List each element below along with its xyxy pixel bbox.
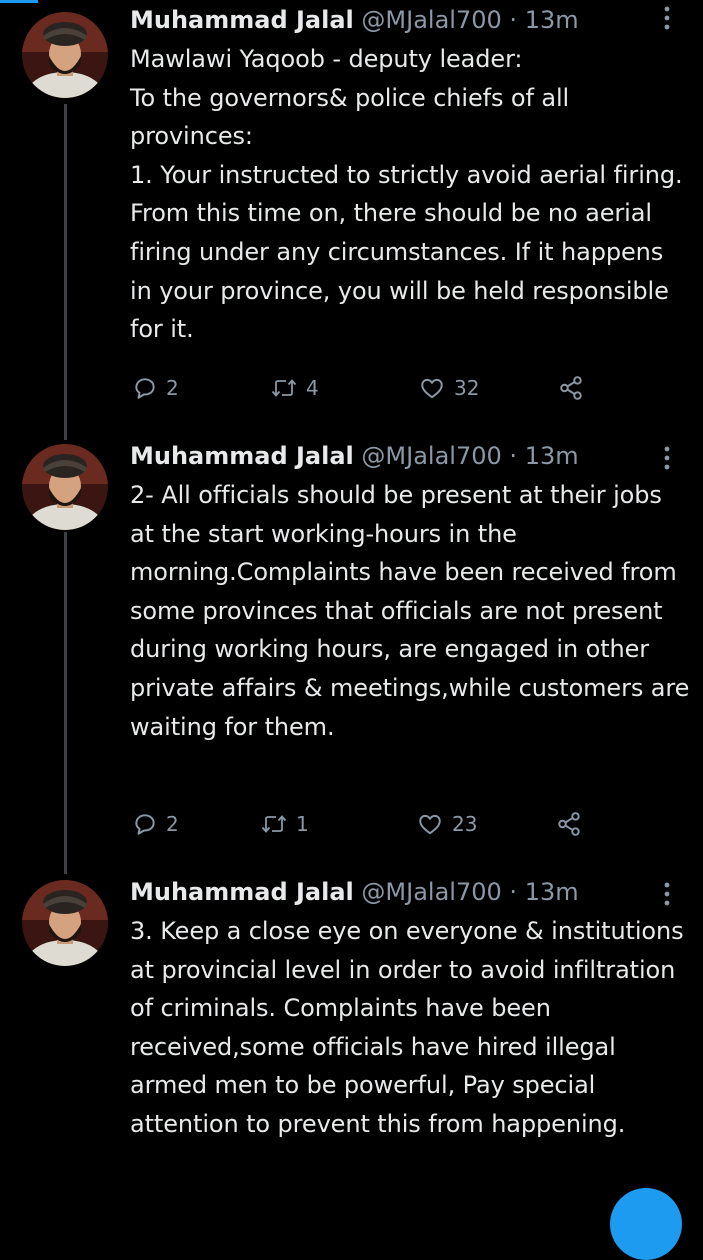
like-count: 23	[452, 812, 478, 836]
avatar[interactable]	[22, 12, 108, 98]
avatar[interactable]	[22, 444, 108, 530]
author-name[interactable]: Muhammad Jalal	[130, 442, 354, 470]
tweet-header: Muhammad Jalal @MJalal700 · 13m	[130, 2, 579, 38]
author-name[interactable]: Muhammad Jalal	[130, 878, 354, 906]
reply-count: 2	[166, 376, 179, 400]
like-icon	[419, 814, 441, 835]
timestamp[interactable]: 13m	[525, 6, 579, 34]
like-button[interactable]: 23	[416, 806, 477, 842]
retweet-count: 1	[296, 812, 309, 836]
avatar-image	[22, 444, 108, 530]
tweet[interactable]: Muhammad Jalal @MJalal700 · 13m 3. Keep …	[0, 874, 703, 1200]
author-name[interactable]: Muhammad Jalal	[130, 6, 354, 34]
retweet-count: 4	[306, 376, 319, 400]
avatar-image	[22, 880, 108, 966]
author-handle[interactable]: @MJalal700	[361, 878, 501, 906]
author-handle[interactable]: @MJalal700	[361, 6, 501, 34]
like-icon	[421, 378, 443, 399]
more-icon[interactable]	[657, 444, 677, 472]
avatar[interactable]	[22, 880, 108, 966]
tweet-text: 3. Keep a close eye on everyone & instit…	[130, 917, 684, 1138]
tweet-text: 2- All officials should be present at th…	[130, 481, 690, 741]
timestamp[interactable]: 13m	[525, 878, 579, 906]
reply-button[interactable]: 2	[132, 806, 179, 842]
share-button[interactable]	[556, 806, 582, 842]
separator-dot: ·	[509, 6, 518, 34]
retweet-icon	[271, 379, 297, 397]
more-icon[interactable]	[657, 880, 677, 908]
share-icon	[560, 376, 582, 400]
reply-count: 2	[166, 812, 179, 836]
tweet-text: Mawlawi Yaqoob - deputy leader: To the g…	[130, 45, 683, 344]
tweet-actions: 2 4 32	[130, 370, 610, 406]
like-button[interactable]: 32	[418, 370, 479, 406]
tweet-actions: 2 1 23	[130, 806, 610, 842]
tweet-header: Muhammad Jalal @MJalal700 · 13m	[130, 874, 579, 910]
tweet[interactable]: Muhammad Jalal @MJalal700 · 13m 2- All o…	[0, 438, 703, 858]
reply-icon	[135, 378, 155, 399]
retweet-icon	[261, 815, 287, 833]
tweet[interactable]: Muhammad Jalal @MJalal700 · 13m Mawlawi …	[0, 0, 703, 420]
separator-dot: ·	[509, 442, 518, 470]
separator-dot: ·	[509, 878, 518, 906]
timestamp[interactable]: 13m	[525, 442, 579, 470]
share-icon	[558, 812, 580, 836]
author-handle[interactable]: @MJalal700	[361, 442, 501, 470]
tweet-header: Muhammad Jalal @MJalal700 · 13m	[130, 438, 579, 474]
retweet-button[interactable]: 4	[270, 370, 319, 406]
avatar-image	[22, 12, 108, 98]
more-icon[interactable]	[657, 4, 677, 32]
compose-tweet-button[interactable]	[610, 1188, 682, 1260]
reply-button[interactable]: 2	[132, 370, 179, 406]
reply-icon	[135, 814, 155, 835]
like-count: 32	[454, 376, 480, 400]
retweet-button[interactable]: 1	[260, 806, 309, 842]
share-button[interactable]	[558, 370, 584, 406]
